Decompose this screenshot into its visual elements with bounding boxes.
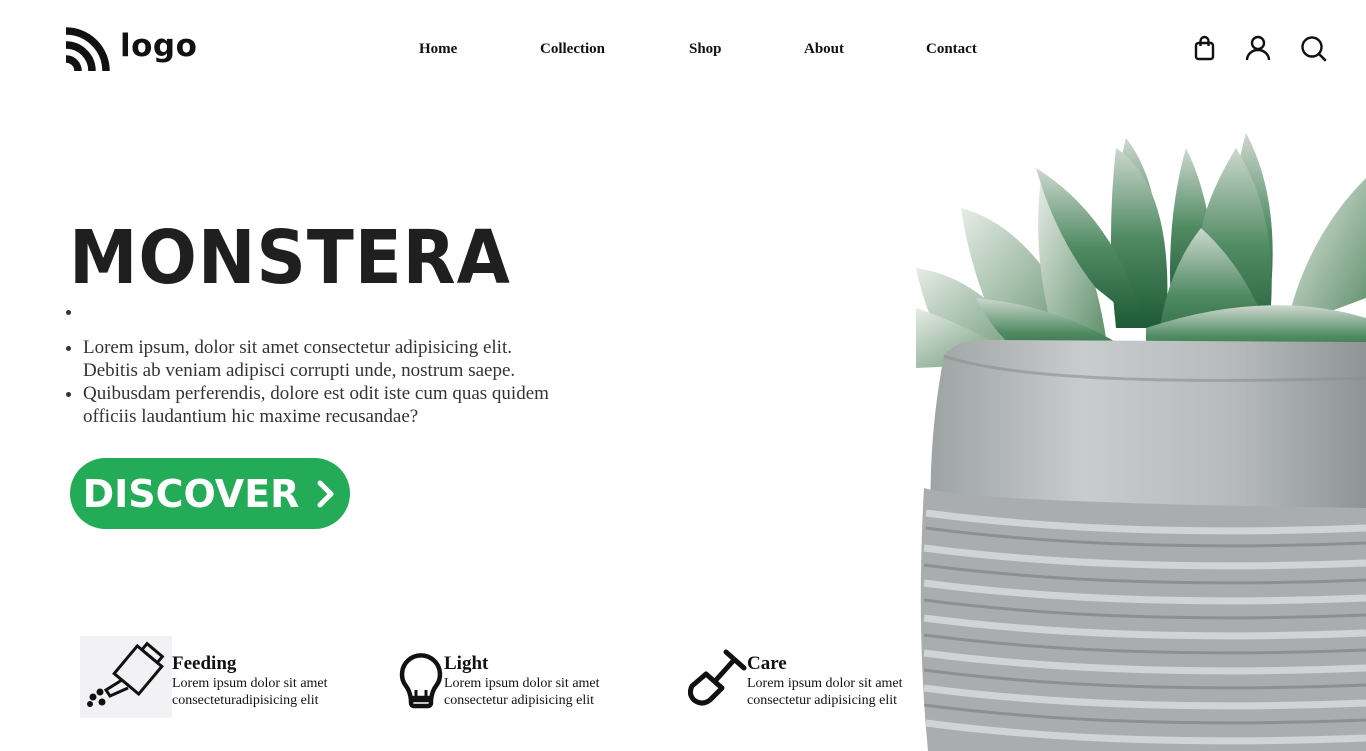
lightbulb-icon [399, 653, 443, 709]
hero-paragraph: Lorem ipsum, dolor sit amet consectetur … [83, 336, 563, 382]
nav-contact[interactable]: Contact [926, 41, 977, 58]
nav-collection[interactable]: Collection [540, 41, 605, 58]
empty-list-item [83, 300, 563, 336]
user-icon[interactable] [1244, 34, 1272, 62]
hero-paragraph: Quibusdam perferendis, dolore est odit i… [83, 382, 563, 428]
logo-text: logo [120, 28, 198, 64]
succulent-pot-image [916, 133, 1366, 751]
feature-light: Light Lorem ipsum dolor sit amet consect… [398, 636, 634, 718]
discover-label: DISCOVER [82, 471, 300, 516]
shovel-icon [688, 649, 747, 706]
feature-care: Care Lorem ipsum dolor sit amet consecte… [688, 636, 937, 718]
feature-feeding: Feeding Lorem ipsum dolor sit amet conse… [80, 636, 362, 718]
chevron-right-icon [317, 480, 334, 507]
nav-shop[interactable]: Shop [689, 41, 722, 58]
feature-description: Lorem ipsum dolor sit amet consectetur a… [747, 676, 903, 708]
discover-button[interactable]: DISCOVER [70, 458, 350, 529]
hero-title: MONSTERA [69, 215, 511, 301]
feature-title: Light [444, 653, 489, 674]
hero-content: MONSTERA Lorem ipsum, dolor sit amet con… [62, 216, 563, 428]
feature-title: Care [747, 653, 787, 674]
nav-home[interactable]: Home [419, 41, 457, 58]
search-icon[interactable] [1299, 34, 1327, 62]
logo[interactable]: logo [66, 27, 197, 71]
logo-mark-icon [66, 27, 110, 71]
shopping-bag-icon[interactable] [1191, 34, 1219, 62]
hero-title-item: MONSTERA [69, 216, 563, 300]
nav-about[interactable]: About [804, 41, 844, 58]
feature-description: Lorem ipsum dolor sit amet consecteturad… [172, 676, 328, 708]
feature-title: Feeding [172, 653, 237, 674]
watering-can-icon [80, 636, 172, 718]
feature-description: Lorem ipsum dolor sit amet consectetur a… [444, 676, 600, 708]
